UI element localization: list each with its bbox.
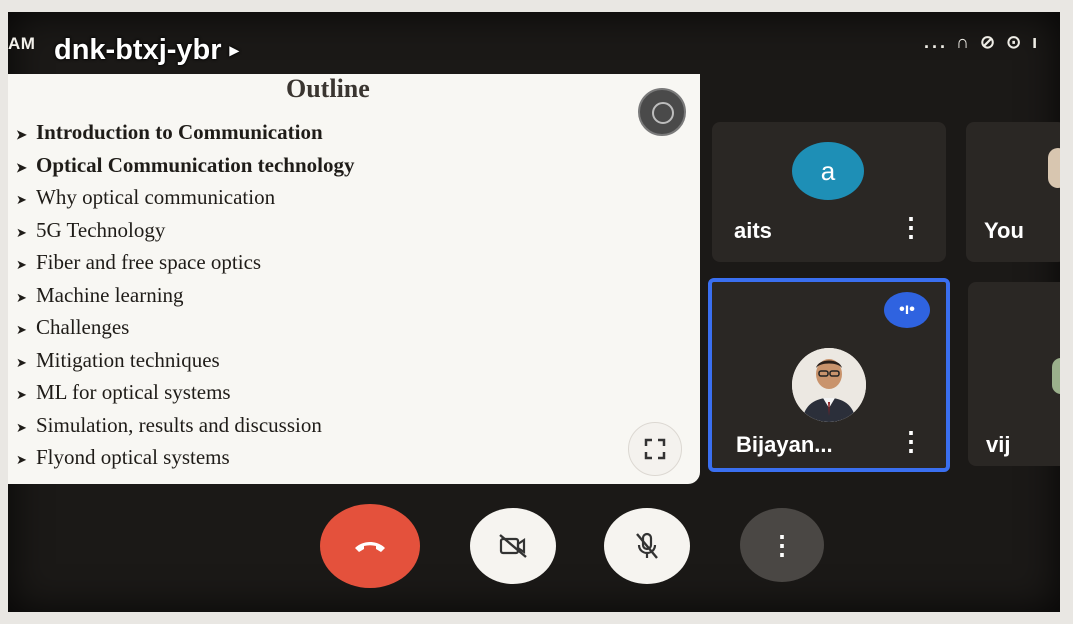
slide-outline-text: Introduction to Communication — [36, 120, 323, 144]
person-photo-icon — [792, 348, 866, 422]
slide-outline-text: ML for optical systems — [36, 380, 231, 404]
chevron-right-icon: ▸ — [229, 40, 239, 60]
slide-outline-item: ➤ Fiber and free space optics — [16, 246, 355, 279]
slide-outline-item: ➤ Introduction to Communication — [16, 116, 355, 149]
bullet-arrow-icon: ➤ — [16, 257, 27, 272]
slide-outline-text: Fiber and free space optics — [36, 250, 262, 274]
slide-outline-item: ➤ Optical Communication technology — [16, 149, 355, 182]
slide-outline-item: ➤ ML for optical systems — [16, 376, 355, 409]
bullet-arrow-icon: ➤ — [16, 192, 27, 207]
fullscreen-button[interactable] — [628, 422, 682, 476]
camera-toggle-button[interactable] — [470, 508, 556, 584]
participant-name: aits — [734, 218, 772, 243]
mic-off-icon — [636, 532, 658, 559]
participant-name: Bijayan... — [736, 432, 833, 457]
participant-tile-you[interactable]: You — [966, 122, 1060, 262]
meet-screen: AM ... ∩ ⊘ ⊙ ı Outline ➤ Introduction to … — [8, 12, 1060, 612]
bullet-arrow-icon: ➤ — [16, 289, 27, 305]
slide-outline-item: ➤ Why optical communication — [16, 181, 355, 214]
slide-outline-text: Why optical communication — [36, 185, 276, 209]
slide-outline-text: Simulation, results and discussion — [36, 412, 322, 437]
bullet-arrow-icon: ➤ — [16, 419, 27, 435]
meeting-code[interactable]: dnk-btxj-ybr ▸ — [54, 34, 239, 67]
avatar — [1052, 358, 1060, 394]
avatar: a — [792, 142, 864, 200]
end-call-button[interactable] — [320, 504, 420, 588]
slide-logo-icon — [638, 88, 686, 136]
avatar — [792, 348, 866, 422]
slide-outline-item: ➤ 5G Technology — [16, 214, 355, 247]
camera-off-icon — [499, 534, 527, 558]
shared-slide[interactable]: Outline ➤ Introduction to Communication ➤ O… — [8, 74, 700, 484]
bullet-arrow-icon: ➤ — [16, 452, 27, 467]
slide-outline-item: ➤ Flyond optical systems — [16, 441, 355, 474]
participant-name: You — [984, 218, 1024, 243]
slide-outline-text: Flyond optical systems — [36, 445, 230, 469]
bullet-arrow-icon: ➤ — [16, 159, 27, 175]
phone-hangup-icon — [355, 542, 385, 552]
participant-tile-vija[interactable]: vij — [968, 282, 1060, 466]
fullscreen-icon — [644, 438, 666, 460]
bullet-arrow-icon: ➤ — [16, 127, 27, 142]
participant-menu-button[interactable]: ⋮ — [898, 212, 924, 243]
slide-outline-list: ➤ Introduction to Communication ➤ Optical C… — [16, 116, 355, 474]
slide-outline-item: ➤ Simulation, results and discussion — [16, 409, 355, 442]
bullet-arrow-icon: ➤ — [16, 354, 27, 370]
bullet-arrow-icon: ➤ — [16, 322, 27, 337]
status-icons: ... ∩ ⊘ ⊙ ı — [924, 32, 1041, 52]
speaking-indicator-icon: •ı• — [884, 292, 930, 328]
status-time: AM — [8, 34, 36, 53]
slide-outline-item: ➤ Machine learning — [16, 279, 355, 312]
participant-tile-aits[interactable]: a aits ⋮ — [712, 122, 946, 262]
slide-outline-text: Mitigation techniques — [36, 347, 220, 372]
more-options-button[interactable]: ⋮ — [740, 508, 824, 582]
slide-outline-text: Machine learning — [36, 282, 184, 307]
slide-outline-item: ➤ Challenges — [16, 311, 355, 344]
mic-toggle-button[interactable] — [604, 508, 690, 584]
more-vert-icon: ⋮ — [769, 529, 795, 560]
meeting-code-text: dnk-btxj-ybr — [54, 34, 222, 66]
slide-title: Outline — [286, 74, 370, 103]
slide-outline-text: Optical Communication technology — [36, 152, 355, 177]
slide-outline-item: ➤ Mitigation techniques — [16, 344, 355, 377]
slide-outline-text: Challenges — [36, 315, 130, 339]
slide-outline-text: 5G Technology — [36, 217, 166, 242]
bullet-arrow-icon: ➤ — [16, 387, 27, 402]
participant-name: vij — [986, 432, 1011, 457]
avatar — [1048, 148, 1060, 188]
bullet-arrow-icon: ➤ — [16, 224, 27, 240]
participant-tile-bijayan[interactable]: •ı• Bijayan... ⋮ — [708, 278, 950, 472]
participant-menu-button[interactable]: ⋮ — [898, 426, 924, 457]
